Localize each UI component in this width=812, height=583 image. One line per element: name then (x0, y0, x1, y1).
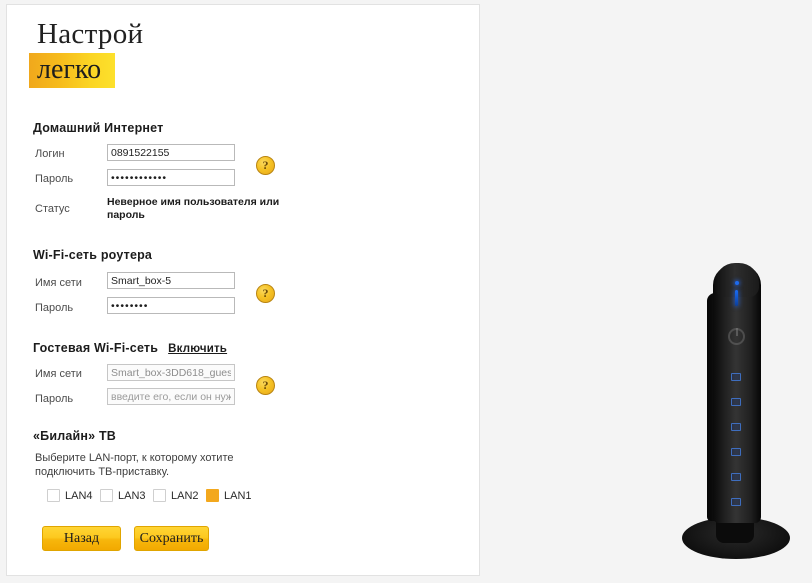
wifi-port-icon (731, 373, 741, 381)
label-home-login: Логин (35, 148, 65, 160)
guest-ssid-input[interactable] (107, 364, 235, 381)
lan-option-label: LAN2 (171, 489, 199, 502)
lan-option-lan1[interactable]: LAN1 (206, 489, 252, 502)
label-router-password: Пароль (35, 302, 74, 314)
logo-highlight-band: легко (29, 53, 116, 88)
label-guest-ssid: Имя сети (35, 368, 82, 380)
lan-option-label: LAN3 (118, 489, 146, 502)
logo-line-1: Настрой (37, 18, 144, 50)
lan-option-lan4[interactable]: LAN4 (47, 489, 93, 502)
page-background: Настрой легко Домашний Интернет Логин Па… (0, 0, 812, 583)
logo-line-2: легко (37, 54, 102, 85)
router-illustration (660, 255, 812, 583)
lan-port-icon-3 (731, 448, 741, 456)
checkbox-lan1[interactable] (206, 489, 219, 502)
led-status-icon (735, 281, 739, 285)
router-ssid-input[interactable] (107, 272, 235, 289)
label-home-status: Статус (35, 203, 70, 215)
help-icon-guest-wifi[interactable]: ? (256, 376, 275, 395)
checkbox-lan3[interactable] (100, 489, 113, 502)
lan-port-icon-1 (731, 398, 741, 406)
checkbox-lan4[interactable] (47, 489, 60, 502)
back-button[interactable]: Назад (42, 526, 121, 551)
guest-wifi-enable-link[interactable]: Включить (168, 343, 227, 355)
label-home-password: Пароль (35, 173, 74, 185)
lan-option-label: LAN4 (65, 489, 93, 502)
home-login-input[interactable] (107, 144, 235, 161)
section-title-guest-wifi: Гостевая Wi-Fi-сеть Включить (33, 341, 227, 355)
router-password-input[interactable] (107, 297, 235, 314)
home-password-input[interactable] (107, 169, 235, 186)
section-title-router-wifi: Wi-Fi-сеть роутера (33, 248, 153, 262)
led-internet-icon (735, 290, 738, 306)
section-title-tv: «Билайн» ТВ (33, 429, 117, 443)
save-button[interactable]: Сохранить (134, 526, 209, 551)
brand-logo: Настрой легко (29, 17, 209, 88)
checkbox-lan2[interactable] (153, 489, 166, 502)
guest-password-input[interactable] (107, 388, 235, 405)
help-icon-home-internet[interactable]: ? (256, 156, 275, 175)
usb-port-icon (731, 498, 741, 506)
lan-port-icon-4 (731, 473, 741, 481)
tv-description: Выберите LAN-порт, к которому хотите под… (35, 452, 234, 478)
lan-option-lan2[interactable]: LAN2 (153, 489, 199, 502)
lan-option-label: LAN1 (224, 489, 252, 502)
lan-port-icon-2 (731, 423, 741, 431)
label-guest-password: Пароль (35, 393, 74, 405)
power-icon (728, 328, 745, 345)
label-router-ssid: Имя сети (35, 277, 82, 289)
help-icon-router-wifi[interactable]: ? (256, 284, 275, 303)
section-title-home-internet: Домашний Интернет (33, 121, 164, 135)
home-status-value: Неверное имя пользователя или пароль (107, 196, 280, 221)
lan-option-lan3[interactable]: LAN3 (100, 489, 146, 502)
guest-wifi-title-text: Гостевая Wi-Fi-сеть (33, 341, 159, 355)
settings-card: Настрой легко Домашний Интернет Логин Па… (6, 4, 480, 576)
